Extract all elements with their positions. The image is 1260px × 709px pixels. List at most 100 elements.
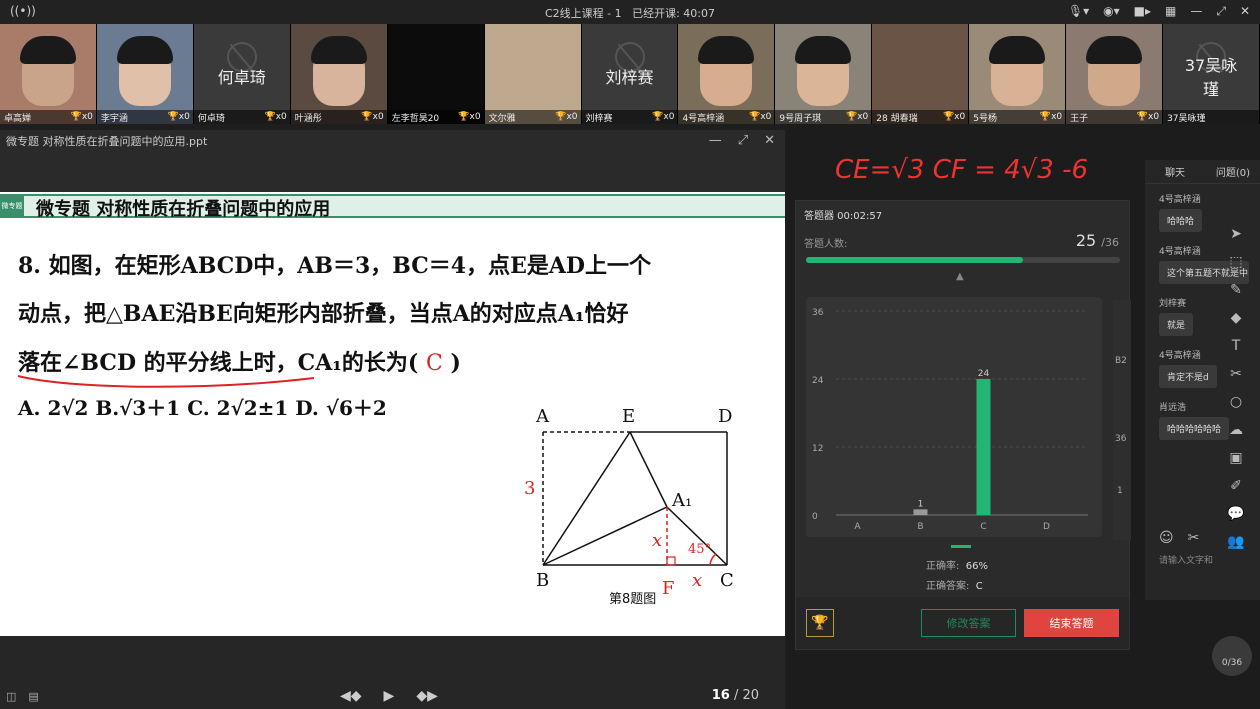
participant-name-large: 刘梓赛 [605,68,654,87]
participant-name-large: 何卓琦 [217,68,266,87]
prev-slide-icon[interactable]: ◀◆ [340,688,362,704]
trophy-icon: 🏆x0 [846,112,869,122]
pen-icon[interactable]: ✎ [1230,282,1242,298]
question-line-3-close: ) [450,350,461,376]
layout-icon[interactable]: ▦ [1165,4,1176,19]
edit-icon[interactable]: ✐ [1230,478,1242,494]
figure-label-d: D [718,406,733,427]
quiz-button-bar: 🏆 修改答案 结束答题 [796,597,1129,649]
video-tile[interactable]: 文尔雅 🏆x0 [484,24,582,124]
chat-sender: 4号高梓涵 [1159,195,1201,205]
trophy-icon: 🏆x0 [361,112,384,122]
pointer-icon[interactable]: ➤ [1230,226,1242,242]
ppt-close-icon[interactable]: ✕ [764,133,775,148]
video-tile[interactable]: 28 胡春瑞 🏆x0 [872,24,970,124]
quiz-count-value: 25 [1075,231,1097,250]
shape-icon[interactable]: ○ [1230,394,1242,410]
participant-label: 28 胡春瑞 🏆x0 [872,110,969,124]
video-tile[interactable]: 何卓琦何卓琦 🏆x0 [193,24,291,124]
quiz-panel: 答题器 00:02:57 答题人数: 25 /36 ▲ 0 12 24 36 A 1 B 24… [795,200,1130,650]
peek-label-3: 1 [1117,486,1123,496]
trophy-icon: 🏆x0 [555,112,578,122]
video-tile[interactable]: 37吴咏 瑾 37吴咏瑾 [1163,24,1260,124]
emoji-icon[interactable]: ☺ [1159,530,1174,546]
participant-name-large: 37吴咏 瑾 [1184,56,1238,99]
question-line-2: 动点，把△BAE沿BE向矩形内部折叠，当点A的对应点A₁恰好 [18,301,629,327]
cut-icon[interactable]: ✂ [1230,366,1242,382]
video-tile[interactable]: 刘梓赛 刘梓赛 🏆x0 [581,24,679,124]
trophy-count: x0 [663,112,675,122]
minimize-icon[interactable]: — [1190,4,1202,19]
figure-label-a1: A₁ [672,490,693,511]
end-quiz-button[interactable]: 结束答题 [1024,609,1119,637]
select-icon[interactable]: ⬚ [1229,254,1242,270]
accuracy-label: 正确率: [926,561,960,572]
video-tile[interactable]: 5号杨 🏆x0 [969,24,1067,124]
next-slide-icon[interactable]: ◆▶ [416,688,438,704]
figure-label-c: C [720,570,734,591]
quiz-count-label: 答题人数: [804,239,848,250]
users-icon[interactable]: 👥 [1227,534,1244,550]
participant-name: 卓高婵 [4,113,32,124]
video-tile[interactable]: 9号周子琪 🏆x0 [775,24,873,124]
chat-bubble-icon[interactable]: 💬 [1227,506,1244,522]
handwritten-answer: C [425,351,443,376]
participant-label: 何卓琦 🏆x0 [193,110,290,124]
close-icon[interactable]: ✕ [1240,4,1250,19]
cloud-icon[interactable]: ☁ [1229,422,1243,438]
edit-answer-button[interactable]: 修改答案 [921,609,1016,637]
trophy-icon: 🏆x0 [1136,112,1160,122]
trophy-icon: 🏆x0 [458,112,481,122]
eraser-icon[interactable]: ◆ [1231,310,1242,326]
video-tile[interactable]: 左李哲昊20 🏆x0 [387,24,485,124]
fullscreen-icon[interactable]: ⤢ [1216,4,1226,19]
play-icon[interactable]: ▶ [384,688,395,704]
tab-chat[interactable]: 聊天 [1165,164,1185,179]
toolbox-icon[interactable]: ▣ [1229,450,1242,466]
camera-icon[interactable]: ■▸ [1134,4,1151,19]
trophy-count: x0 [469,112,481,122]
second-panel-peek: B2 36 1 [1113,300,1131,540]
figure-caption: 第8题图 [609,592,657,607]
participant-name: 9号周子琪 [779,113,822,124]
drawing-toolbar: ➤ ⬚ ✎ ◆ T ✂ ○ ☁ ▣ ✐ 💬 👥 [1222,226,1250,566]
attendee-counter[interactable]: 0/36 [1212,636,1252,676]
text-icon[interactable]: T [1232,338,1241,354]
mic-icon[interactable]: 🎙▾ [1068,4,1089,19]
video-tile[interactable]: 卓高婵 🏆x0 [0,24,97,124]
chart-category-label: C [980,522,986,532]
tab-questions[interactable]: 问题(0) [1216,164,1250,179]
trophy-count: x0 [178,112,190,122]
speaker-icon[interactable]: ◉▾ [1103,4,1120,19]
thumbnail-icon[interactable]: ◫ [6,690,16,703]
scissors-icon[interactable]: ✂ [1188,530,1200,546]
handwritten-formula: CE=√3 CF = 4√3 -6 [835,155,1089,185]
video-tile[interactable]: 王子 🏆x0 [1066,24,1164,124]
video-tile[interactable]: 叶涵彤 🏆x0 [290,24,388,124]
chart-y-tick-label: 0 [812,512,818,522]
chat-input[interactable]: 请输入文字和 [1159,553,1213,566]
elapsed-time: 已经开课: 40:07 [632,7,716,20]
trophy-count: x0 [566,112,578,122]
collapse-chevron-icon[interactable]: ▲ [956,271,964,282]
participant-label: 9号周子琪 🏆x0 [775,110,872,124]
ppt-minimize-icon[interactable]: — [709,133,722,148]
trophy-icon: 🏆x0 [70,112,93,122]
correct-answer-value: C [975,581,983,592]
handwritten-f: F [662,578,675,599]
quiz-stats: 正确率: 66% 正确答案: C [926,557,988,597]
participant-label: 李宇涵 🏆x0 [96,110,193,124]
handwritten-x-horizontal: x [692,570,703,591]
chart-category-label: B [917,522,923,532]
chart-page-dot[interactable] [951,545,971,548]
ppt-filename: 微专题 对称性质在折叠问题中的应用.ppt [6,135,208,148]
video-tile[interactable]: 李宇涵 🏆x0 [96,24,194,124]
trophy-button[interactable]: 🏆 [806,609,834,637]
trophy-icon: 🏆x0 [749,112,772,122]
page-current: 16 [711,688,730,703]
video-tile[interactable]: 4号高梓涵 🏆x0 [678,24,776,124]
ppt-fullscreen-icon[interactable]: ⤢ [738,133,748,148]
notes-icon[interactable]: ▤ [28,690,38,703]
quiz-count-total: /36 [1101,236,1119,249]
chat-bubble: 肯定不是d [1159,365,1217,388]
